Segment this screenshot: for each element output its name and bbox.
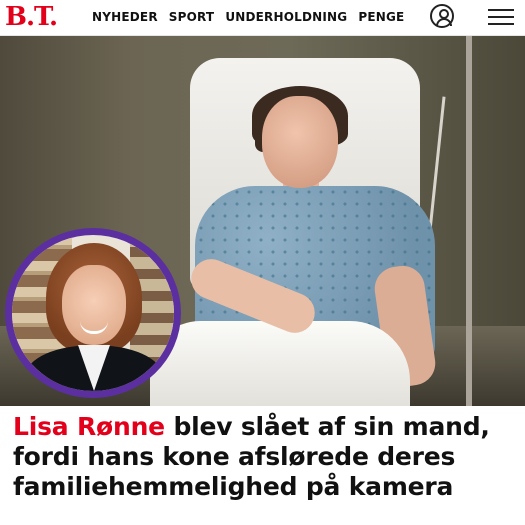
iv-pole bbox=[466, 36, 472, 406]
nav-item-penge[interactable]: PENGE bbox=[358, 10, 404, 24]
main-nav: NYHEDER SPORT UNDERHOLDNING PENGE bbox=[92, 10, 415, 24]
article-headline[interactable]: Lisa Rønne blev slået af sin mand, fordi… bbox=[13, 412, 518, 502]
nav-item-underholdning[interactable]: UNDERHOLDNING bbox=[225, 10, 347, 24]
user-icon[interactable] bbox=[430, 4, 454, 28]
bt-logo[interactable]: B.T. bbox=[5, 2, 58, 32]
blanket bbox=[150, 321, 410, 406]
patient-face bbox=[262, 96, 338, 188]
author-avatar bbox=[12, 235, 174, 391]
top-navigation-bar: B.T. NYHEDER SPORT UNDERHOLDNING PENGE bbox=[0, 0, 525, 36]
nav-item-sport[interactable]: SPORT bbox=[169, 10, 215, 24]
menu-line bbox=[488, 9, 514, 11]
logo-text: B.T. bbox=[5, 2, 58, 32]
menu-line bbox=[488, 23, 514, 25]
nav-item-nyheder[interactable]: NYHEDER bbox=[92, 10, 158, 24]
headline-name: Lisa Rønne bbox=[13, 412, 165, 441]
hamburger-menu-icon[interactable] bbox=[488, 8, 514, 26]
user-icon-body bbox=[436, 18, 452, 26]
menu-line bbox=[488, 16, 514, 18]
